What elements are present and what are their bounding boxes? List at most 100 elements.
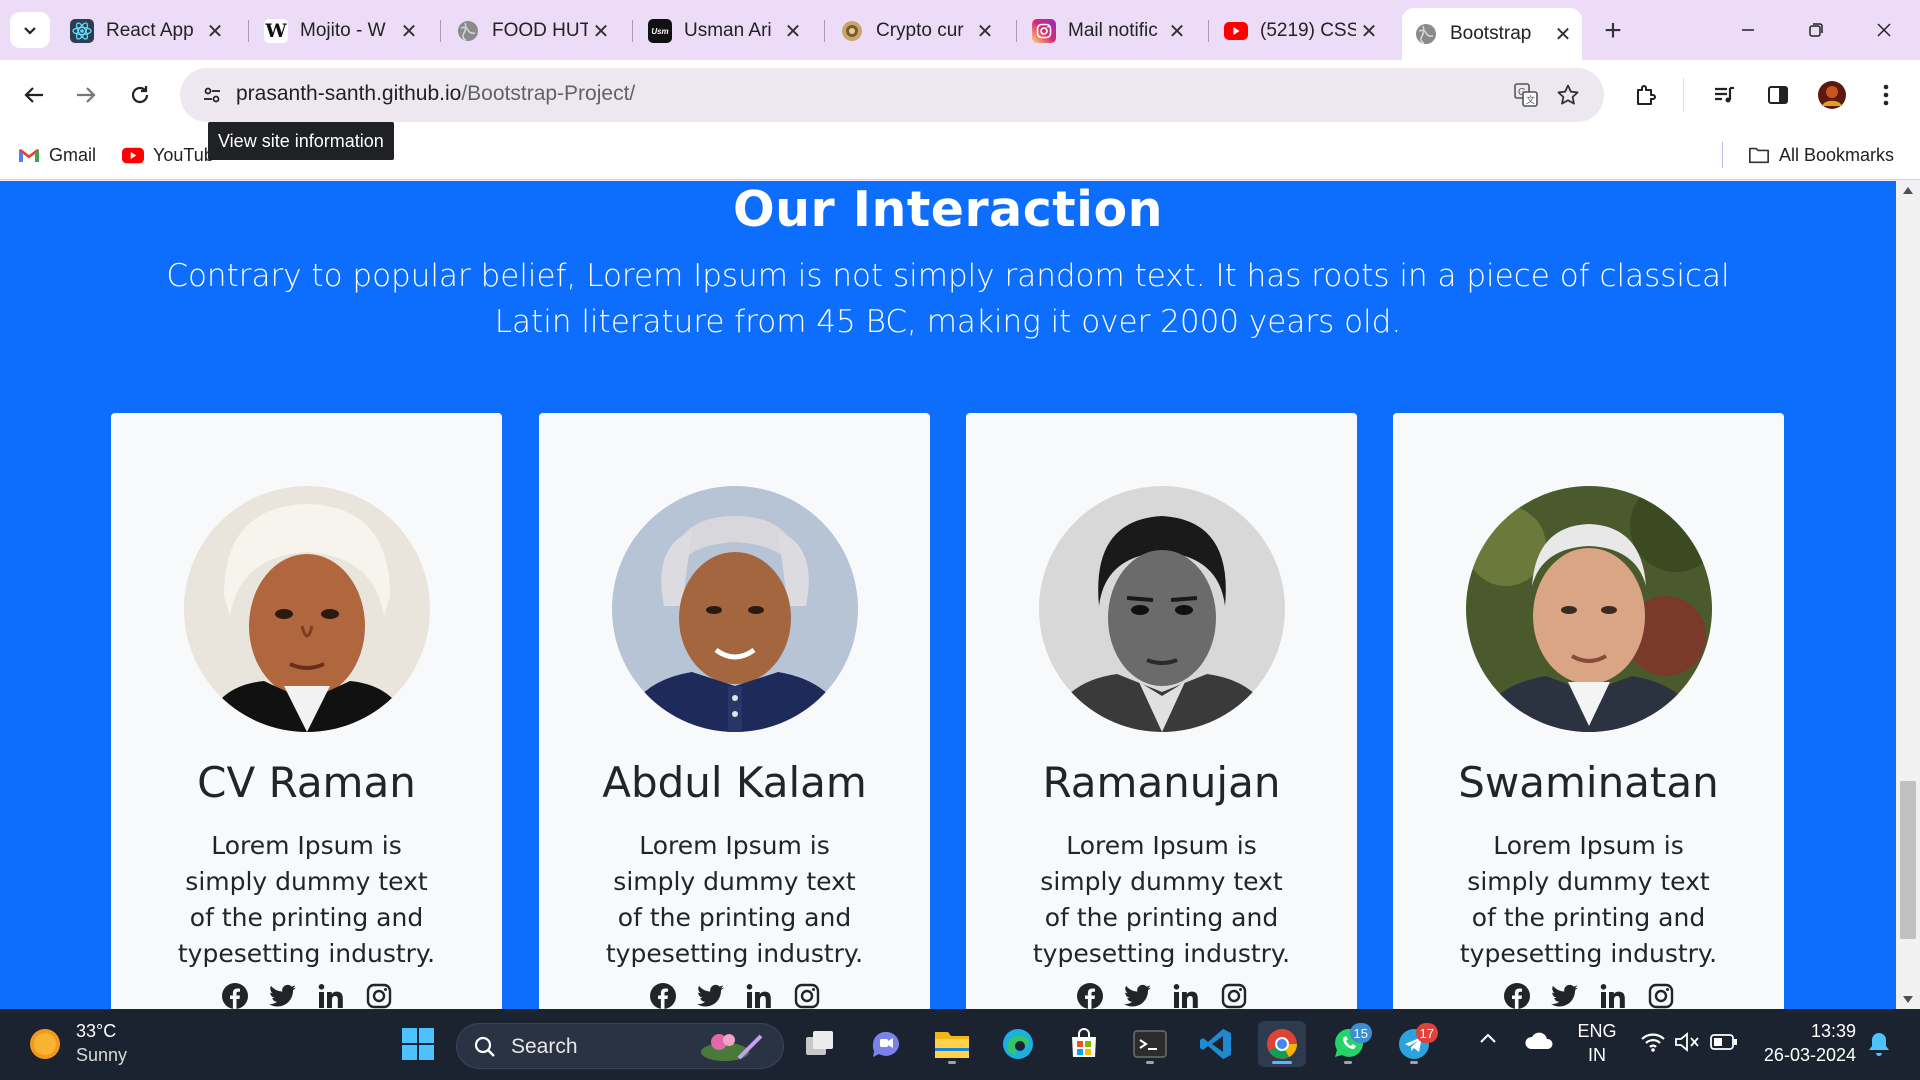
onedrive-icon[interactable] — [1524, 1031, 1554, 1056]
all-bookmarks-label: All Bookmarks — [1779, 144, 1895, 165]
instagram-icon[interactable] — [792, 981, 822, 1009]
weather-sun-icon[interactable] — [28, 1027, 62, 1061]
bookmark-star-button[interactable] — [1550, 77, 1586, 113]
clock-date[interactable]: 26-03-2024 — [1756, 1045, 1856, 1066]
portrait-abdul-kalam — [612, 486, 858, 732]
section-description: Contrary to popular belief, Lorem Ipsum … — [166, 258, 1730, 340]
tab-title: FOOD HUT — [492, 20, 588, 41]
clock-time[interactable]: 13:39 — [1756, 1021, 1856, 1042]
translate-button[interactable]: G文 — [1508, 77, 1544, 113]
taskbar-search[interactable]: Search — [456, 1023, 784, 1069]
instagram-icon[interactable] — [1646, 981, 1676, 1009]
microsoft-store-button[interactable] — [1060, 1021, 1108, 1067]
url-text[interactable]: prasanth-santh.github.io/Bootstrap-Proje… — [236, 82, 635, 106]
scroll-up-arrow-icon[interactable] — [1903, 187, 1913, 194]
close-tab-icon[interactable]: ✕ — [204, 20, 226, 43]
bookmark-gmail[interactable]: Gmail — [18, 142, 96, 168]
usman-logo-icon: Usm — [648, 19, 672, 43]
tab-bootstrap-active[interactable]: Bootstrap ✕ — [1402, 8, 1582, 60]
close-tab-icon[interactable]: ✕ — [1552, 23, 1574, 46]
chrome-menu-button[interactable] — [1866, 75, 1906, 115]
twitter-icon[interactable] — [1123, 981, 1153, 1009]
battery-icon[interactable] — [1710, 1033, 1738, 1056]
reload-button[interactable] — [120, 75, 160, 115]
back-button[interactable] — [14, 75, 54, 115]
tab-usman[interactable]: Usm Usman Ari ✕ — [636, 12, 812, 50]
side-panel-button[interactable] — [1758, 75, 1798, 115]
scrollbar-thumb[interactable] — [1900, 781, 1916, 939]
tab-crypto[interactable]: Crypto cur ✕ — [828, 12, 1004, 50]
twitter-icon[interactable] — [268, 981, 298, 1009]
linkedin-icon[interactable] — [1171, 981, 1201, 1009]
bookmark-youtube[interactable]: YouTube — [122, 142, 212, 168]
linkedin-icon[interactable] — [744, 981, 774, 1009]
scroll-down-arrow-icon[interactable] — [1903, 996, 1913, 1003]
tab-title: Usman Ari — [684, 20, 772, 41]
edge-button[interactable] — [994, 1021, 1042, 1067]
star-icon — [1557, 84, 1579, 105]
instagram-icon[interactable] — [1219, 981, 1249, 1009]
facebook-icon[interactable] — [1502, 981, 1532, 1009]
restore-button[interactable] — [1786, 10, 1846, 50]
close-tab-icon[interactable]: ✕ — [1358, 20, 1380, 43]
whatsapp-button[interactable]: 15 — [1324, 1021, 1372, 1067]
telegram-button[interactable]: 17 — [1390, 1021, 1438, 1067]
tab-title: Crypto cur — [876, 20, 964, 41]
file-explorer-button[interactable] — [928, 1021, 976, 1067]
region-indicator[interactable]: IN — [1576, 1045, 1618, 1066]
globe-icon — [1414, 22, 1438, 46]
linkedin-icon[interactable] — [1598, 981, 1628, 1009]
person-card: Abdul Kalam Lorem Ipsum is simply dummy … — [539, 413, 930, 1009]
page-scrollbar[interactable] — [1896, 181, 1920, 1009]
person-card: Swaminatan Lorem Ipsum is simply dummy t… — [1393, 413, 1784, 1009]
weather-temperature[interactable]: 33°C — [76, 1021, 116, 1042]
language-indicator[interactable]: ENG — [1576, 1021, 1618, 1042]
start-button[interactable] — [394, 1021, 442, 1067]
close-tab-icon[interactable]: ✕ — [974, 20, 996, 43]
portrait-swaminathan — [1466, 486, 1712, 732]
facebook-icon[interactable] — [220, 981, 250, 1009]
task-view-button[interactable] — [796, 1021, 844, 1067]
new-tab-button[interactable]: + — [1595, 14, 1631, 48]
tab-youtube-css[interactable]: (5219) CSS ✕ — [1212, 12, 1388, 50]
linkedin-icon[interactable] — [316, 981, 346, 1009]
media-controls-button[interactable] — [1704, 75, 1744, 115]
tab-search-button[interactable] — [10, 12, 50, 48]
tab-react-app[interactable]: React App ✕ — [58, 12, 234, 50]
twitter-icon[interactable] — [696, 981, 726, 1009]
close-tab-icon[interactable]: ✕ — [1166, 20, 1188, 43]
weather-condition[interactable]: Sunny — [76, 1045, 127, 1066]
tab-mojito[interactable]: W Mojito - W ✕ — [252, 12, 428, 50]
extensions-button[interactable] — [1626, 75, 1666, 115]
close-window-button[interactable] — [1854, 10, 1914, 50]
close-tab-icon[interactable]: ✕ — [398, 20, 420, 43]
social-links — [111, 981, 502, 1009]
forward-button[interactable] — [66, 75, 106, 115]
show-hidden-icons-button[interactable] — [1478, 1031, 1498, 1050]
notification-bell-icon[interactable] — [1868, 1031, 1890, 1062]
facebook-icon[interactable] — [1075, 981, 1105, 1009]
page-viewport: Our Interaction Contrary to popular beli… — [0, 181, 1920, 1009]
close-tab-icon[interactable]: ✕ — [782, 20, 804, 43]
teams-chat-button[interactable] — [862, 1021, 910, 1067]
twitter-icon[interactable] — [1550, 981, 1580, 1009]
telegram-unread-badge: 17 — [1415, 1023, 1438, 1043]
close-tab-icon[interactable]: ✕ — [590, 20, 612, 43]
instagram-icon[interactable] — [364, 981, 394, 1009]
address-bar[interactable]: prasanth-santh.github.io/Bootstrap-Proje… — [180, 68, 1604, 122]
site-info-button[interactable] — [192, 75, 232, 115]
volume-muted-icon[interactable] — [1674, 1031, 1700, 1058]
vscode-icon — [1200, 1029, 1231, 1059]
tab-food-hut[interactable]: FOOD HUT ✕ — [444, 12, 620, 50]
person-name: Abdul Kalam — [602, 758, 867, 807]
profile-avatar[interactable] — [1812, 75, 1852, 115]
vscode-button[interactable] — [1192, 1021, 1240, 1067]
terminal-button[interactable] — [1126, 1021, 1174, 1067]
chrome-button[interactable] — [1258, 1021, 1306, 1067]
minimize-button[interactable] — [1718, 10, 1778, 50]
facebook-icon[interactable] — [648, 981, 678, 1009]
tab-mail-notification[interactable]: Mail notific ✕ — [1020, 12, 1196, 50]
all-bookmarks-button[interactable]: All Bookmarks — [1748, 142, 1894, 168]
wifi-icon[interactable] — [1640, 1031, 1666, 1058]
social-links — [1393, 981, 1784, 1009]
